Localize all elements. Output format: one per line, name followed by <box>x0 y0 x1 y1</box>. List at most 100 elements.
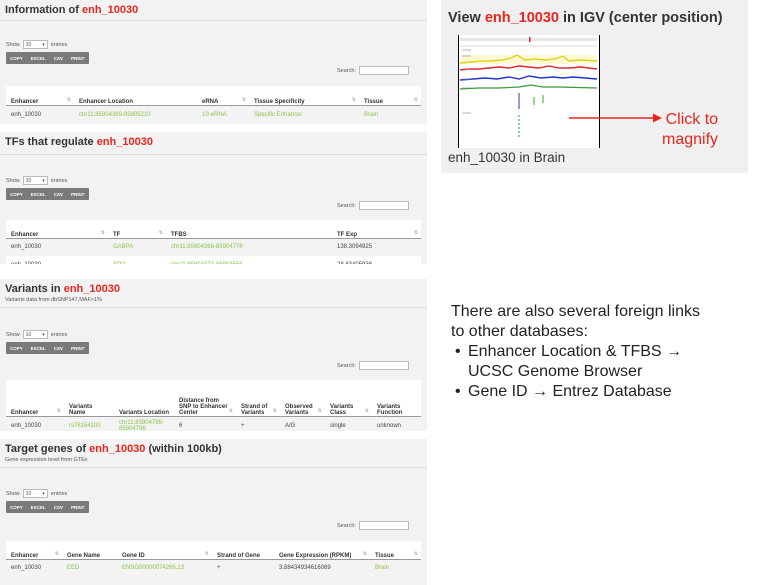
print-button[interactable]: PRINT <box>67 342 89 354</box>
information-panel: Information of enh_10030 Show 10 ▾ entrie… <box>0 0 427 124</box>
column-header[interactable]: Strand of Variants ⇅ <box>236 380 280 417</box>
copy-button[interactable]: COPY <box>6 342 27 354</box>
print-button[interactable]: PRINT <box>67 52 89 64</box>
variants-panel: Variants in enh_10030 Variants data from… <box>0 279 427 431</box>
title-divider <box>0 307 427 308</box>
search-input[interactable] <box>358 361 409 370</box>
column-header[interactable]: TF Exp ⇅ <box>332 220 421 239</box>
column-header[interactable]: Enhancer ⇅ <box>6 220 108 239</box>
copy-button[interactable]: COPY <box>6 52 27 64</box>
title-divider <box>0 20 427 21</box>
table-search: Search: <box>337 201 409 210</box>
column-header[interactable]: Strand of Gene <box>212 541 274 560</box>
chevron-down-icon: ▾ <box>42 490 45 497</box>
entries-select[interactable]: 10 ▾ <box>22 489 48 498</box>
column-header[interactable]: Tissue Specificity ⇅ <box>249 86 359 106</box>
chevron-down-icon: ▾ <box>42 177 45 184</box>
tfbs-link[interactable]: chr11:85904368-85904778 <box>166 238 332 256</box>
column-header[interactable]: Distance from SNP to Enhancer Center ⇅ <box>174 380 236 417</box>
target-genes-panel: Target genes of enh_10030 (within 100kb)… <box>0 439 427 585</box>
igv-browser-thumbnail[interactable] <box>458 35 600 148</box>
excel-button[interactable]: EXCEL <box>27 52 50 64</box>
search-input[interactable] <box>358 66 409 75</box>
copy-button[interactable]: COPY <box>6 188 27 200</box>
column-header[interactable]: Tissue ⇅ <box>370 541 421 560</box>
variants-table: Enhancer ⇅ Variants Name Variants Locatio… <box>6 380 421 431</box>
variants-subtitle: Variants data from dbSNP147,MAF>1% <box>5 297 102 303</box>
column-header[interactable]: eRNA ⇅ <box>197 86 249 106</box>
target-genes-title: Target genes of enh_10030 (within 100kb) <box>5 443 222 455</box>
column-header[interactable]: Enhancer ⇅ <box>6 541 62 560</box>
table-row: enh_10030 SPI1 chr11:85904374-85904655 2… <box>6 256 421 264</box>
show-entries: Show 10 ▾ entries <box>6 176 68 185</box>
chevron-down-icon: ▾ <box>42 41 45 48</box>
igv-title: View enh_10030 in IGV (center position) <box>448 10 723 26</box>
foreign-links-list: Enhancer Location & TFBS → UCSC Genome B… <box>451 342 700 402</box>
excel-button[interactable]: EXCEL <box>27 501 50 513</box>
show-entries: Show 10 ▾ entries <box>6 330 68 339</box>
csv-button[interactable]: CSV <box>50 342 67 354</box>
arrow-right-icon <box>569 113 662 123</box>
search-input[interactable] <box>358 521 409 530</box>
column-header[interactable]: Gene ID ⇅ <box>117 541 212 560</box>
tfbs-link[interactable]: chr11:85904374-85904655 <box>166 256 332 264</box>
gene-id-link[interactable]: ENSG00000074266.13 <box>117 559 212 577</box>
variants-title: Variants in enh_10030 <box>5 283 120 295</box>
column-header[interactable]: Variants Class ⇅ <box>325 380 372 417</box>
column-header[interactable]: Variants Name <box>64 380 114 417</box>
igv-caption: enh_10030 in Brain <box>448 150 566 165</box>
entries-select[interactable]: 10 ▾ <box>22 330 48 339</box>
chevron-down-icon: ▾ <box>42 331 45 338</box>
igv-tracks <box>459 35 598 148</box>
table-row: enh_10030 GABPA chr11:85904368-85904778 … <box>6 238 421 256</box>
tfs-title: TFs that regulate enh_10030 <box>5 136 153 148</box>
show-entries: Show 10 ▾ entries <box>6 489 68 498</box>
entries-select[interactable]: 10 ▾ <box>22 40 48 49</box>
column-header[interactable]: Enhancer ⇅ <box>6 380 64 417</box>
list-item: Gene ID → Entrez Database <box>451 382 700 402</box>
entries-select[interactable]: 10 ▾ <box>22 176 48 185</box>
print-button[interactable]: PRINT <box>67 188 89 200</box>
tfs-panel: TFs that regulate enh_10030 Show 10 ▾ ent… <box>0 132 427 264</box>
tfs-table: Enhancer ⇅ TF ⇅ TFBS TF Exp ⇅ enh_10030 GAB… <box>6 220 421 264</box>
column-header[interactable]: Variants Function <box>372 380 421 417</box>
export-buttons: COPY EXCEL CSV PRINT <box>6 342 89 354</box>
column-header[interactable]: Gene Expression (RPKM) ⇅ <box>274 541 370 560</box>
export-buttons: COPY EXCEL CSV PRINT <box>6 501 89 513</box>
copy-button[interactable]: COPY <box>6 501 27 513</box>
csv-button[interactable]: CSV <box>50 501 67 513</box>
column-header[interactable]: TF ⇅ <box>108 220 166 239</box>
information-title: Information of enh_10030 <box>5 4 139 16</box>
information-table: Enhancer ⇅ Enhancer Location eRNA ⇅ Tissue… <box>6 86 421 124</box>
table-search: Search: <box>337 361 409 370</box>
csv-button[interactable]: CSV <box>50 188 67 200</box>
list-item: Enhancer Location & TFBS → UCSC Genome B… <box>451 342 700 382</box>
csv-button[interactable]: CSV <box>50 52 67 64</box>
column-header[interactable]: Tissue ⇅ <box>359 86 421 106</box>
column-header[interactable]: Variants Location <box>114 380 174 417</box>
table-row: enh_10030 rs78154100 chr11:85904795-8590… <box>6 416 421 431</box>
excel-button[interactable]: EXCEL <box>27 188 50 200</box>
table-search: Search: <box>337 66 409 75</box>
enhancer-location-link[interactable]: chr11:85904369-85905210 <box>74 105 197 124</box>
search-input[interactable] <box>358 201 409 210</box>
table-search: Search: <box>337 521 409 530</box>
column-header[interactable]: TFBS <box>166 220 332 239</box>
title-divider <box>0 154 427 155</box>
title-divider <box>0 467 427 468</box>
target-genes-table: Enhancer ⇅ Gene Name Gene ID ⇅ Strand of G… <box>6 541 421 577</box>
column-header[interactable]: Enhancer ⇅ <box>6 86 74 106</box>
column-header[interactable]: Observed Variants ⇅ <box>280 380 325 417</box>
export-buttons: COPY EXCEL CSV PRINT <box>6 52 89 64</box>
target-genes-subtitle: Gene expression level from GTEx <box>5 457 88 463</box>
excel-button[interactable]: EXCEL <box>27 342 50 354</box>
table-row: enh_10030 chr11:85904369-85905210 10-eRN… <box>6 105 421 124</box>
magnify-hint: Click to magnify <box>662 111 719 148</box>
column-header[interactable]: Enhancer Location <box>74 86 197 106</box>
export-buttons: COPY EXCEL CSV PRINT <box>6 188 89 200</box>
show-entries: Show 10 ▾ entries <box>6 40 68 49</box>
column-header[interactable]: Gene Name <box>62 541 117 560</box>
foreign-links-note: There are also several foreign links to … <box>451 302 700 402</box>
table-row: enh_10030 EED ENSG00000074266.13 + 3.884… <box>6 559 421 577</box>
print-button[interactable]: PRINT <box>67 501 89 513</box>
